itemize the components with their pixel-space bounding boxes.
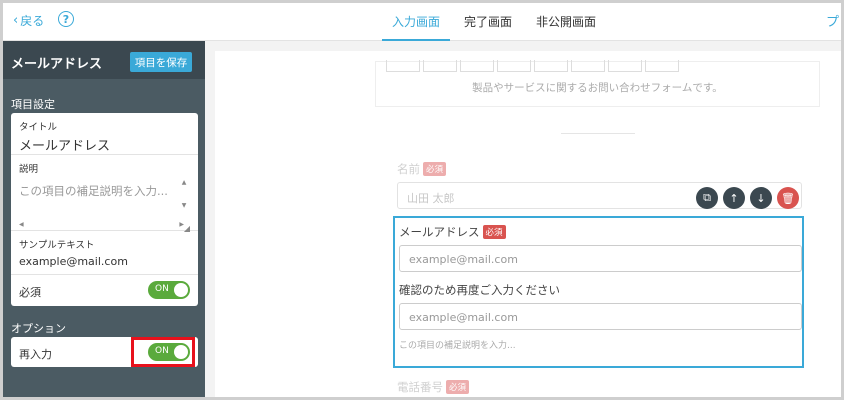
sidebar-title: メールアドレス [11, 57, 103, 72]
form-page: 製品やサービスに関するお問い合わせフォームです。 名前 必須 山田 太郎 ⧉ ↑ … [215, 51, 841, 397]
app-window: ‹ 戻る ? 入力画面 完了画面 非公開画面 プ メールアドレス 項目を保存 項… [0, 0, 844, 400]
email-input[interactable]: example@mail.com [399, 245, 802, 272]
back-label: 戻る [20, 14, 45, 28]
confirm-email-input[interactable]: example@mail.com [399, 303, 802, 330]
tab-complete-screen[interactable]: 完了画面 [454, 3, 522, 41]
name-field-label: 名前 必須 [397, 161, 447, 177]
preview-link[interactable]: プ [826, 11, 839, 30]
help-icon[interactable]: ? [58, 11, 74, 27]
required-badge: 必須 [423, 162, 447, 176]
screen-tabs: 入力画面 完了画面 非公開画面 [382, 3, 610, 41]
phone-label: 電話番号 [397, 380, 443, 394]
description-placeholder: この項目の補足説明を入力... [19, 184, 168, 198]
tab-input-screen[interactable]: 入力画面 [382, 3, 451, 41]
selected-field-email[interactable]: メールアドレス 必須 example@mail.com 確認のため再度ご入力くださ… [393, 216, 804, 368]
sample-text-field[interactable]: example@mail.com [19, 255, 190, 268]
title-row: タイトル メールアドレス [11, 113, 198, 155]
toolbar-segment[interactable] [386, 60, 420, 72]
toolbar-segments [386, 60, 682, 72]
sample-text-row: サンプルテキスト example@mail.com [11, 231, 198, 275]
title-field[interactable]: メールアドレス [19, 135, 190, 154]
sidebar-header: メールアドレス 項目を保存 [3, 41, 205, 79]
sample-text-label: サンプルテキスト [19, 240, 95, 251]
field-hint: この項目の補足説明を入力... [399, 341, 516, 351]
email-field-label: メールアドレス 必須 [399, 224, 506, 240]
required-badge: 必須 [446, 380, 470, 394]
settings-card: タイトル メールアドレス 説明 この項目の補足説明を入力... ▲ ▼ ◀ ▶ … [11, 113, 198, 306]
scroll-up-icon[interactable]: ▲ [178, 179, 190, 186]
title-field-label: タイトル [19, 122, 58, 133]
copy-icon[interactable]: ⧉ [696, 187, 718, 209]
toggle-knob [174, 283, 188, 297]
description-textarea[interactable]: この項目の補足説明を入力... ▲ ▼ ◀ ▶ ◢ [19, 179, 190, 233]
email-label: メールアドレス [399, 225, 480, 239]
toolbar-segment[interactable] [571, 60, 605, 72]
toolbar-segment[interactable] [460, 60, 494, 72]
divider [561, 133, 635, 134]
back-link[interactable]: ‹ 戻る [13, 12, 44, 29]
trash-icon[interactable]: 🗑 [777, 187, 799, 209]
toolbar-segment[interactable] [645, 60, 679, 72]
settings-heading: 項目設定 [11, 98, 55, 111]
required-row: 必須 ON [11, 275, 198, 306]
required-toggle[interactable]: ON [148, 281, 190, 299]
reenter-highlight [131, 337, 195, 367]
form-preview-area: 製品やサービスに関するお問い合わせフォームです。 名前 必須 山田 太郎 ⧉ ↑ … [205, 41, 841, 397]
phone-field-label: 電話番号 必須 [397, 379, 470, 395]
form-description: 製品やサービスに関するお問い合わせフォームです。 [472, 82, 723, 94]
field-actions: ⧉ ↑ ↓ 🗑 [696, 187, 804, 209]
required-toggle-state: ON [155, 284, 169, 294]
chevron-left-icon: ‹ [13, 13, 19, 28]
required-badge: 必須 [482, 225, 506, 239]
description-row: 説明 この項目の補足説明を入力... ▲ ▼ ◀ ▶ ◢ [11, 155, 198, 233]
arrow-down-icon[interactable]: ↓ [750, 187, 772, 209]
textarea-scrollbar[interactable]: ▲ ▼ [178, 179, 190, 219]
scroll-left-icon[interactable]: ◀ [19, 221, 24, 228]
options-heading: オプション [11, 322, 66, 335]
name-label: 名前 [397, 162, 420, 176]
scroll-down-icon[interactable]: ▼ [178, 202, 190, 209]
toolbar-segment[interactable] [423, 60, 457, 72]
confirm-label: 確認のため再度ご入力ください [399, 283, 560, 297]
description-field-label: 説明 [19, 164, 39, 175]
form-description-box: 製品やサービスに関するお問い合わせフォームです。 [375, 60, 820, 107]
tab-private-screen[interactable]: 非公開画面 [526, 3, 606, 41]
arrow-up-icon[interactable]: ↑ [723, 187, 745, 209]
top-bar: ‹ 戻る ? 入力画面 完了画面 非公開画面 プ [3, 3, 841, 41]
save-item-button[interactable]: 項目を保存 [130, 52, 192, 72]
toolbar-segment[interactable] [497, 60, 531, 72]
toolbar-segment[interactable] [608, 60, 642, 72]
toolbar-segment[interactable] [534, 60, 568, 72]
settings-sidebar: メールアドレス 項目を保存 項目設定 タイトル メールアドレス 説明 この項目の… [3, 41, 205, 397]
